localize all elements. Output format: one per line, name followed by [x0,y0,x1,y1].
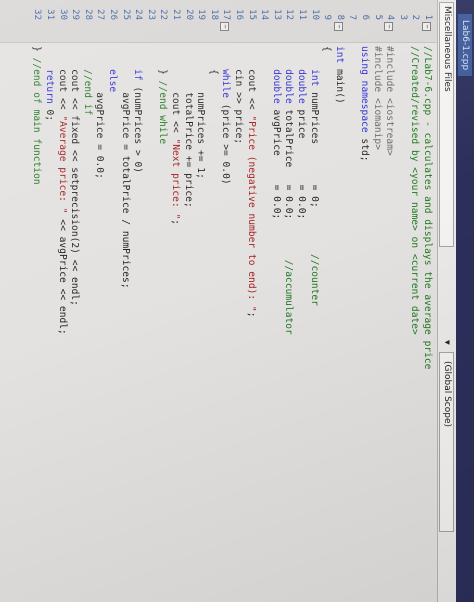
line-number: 27 [95,9,106,20]
collapse-icon[interactable]: − [220,22,230,31]
line-number: 19 [196,9,207,20]
line-number: 22 [158,9,169,20]
code-line[interactable]: numPrices += 1; [195,46,206,179]
line-number: 2 [410,14,421,20]
line-number: 10 [309,9,320,20]
line-number: 14 [259,9,270,20]
code-line[interactable]: { [208,46,219,75]
line-number: 11 [297,9,307,20]
line-number: 26 [108,9,118,20]
line-number: 20 [183,9,194,20]
code-line[interactable]: //Created/revised by <your name> on <cur… [409,46,420,335]
code-line[interactable]: avgPrice = totalPrice / numPrices; [120,46,131,288]
code-line[interactable]: avgPrice = 0.0; [94,46,105,179]
line-number: 7 [347,14,358,20]
document-tab-strip: Lab6-1.cpp [456,0,474,602]
code-line[interactable]: return 0; [44,46,55,121]
code-line[interactable]: //Lab7-6.cpp - calculates and displays t… [422,46,433,369]
line-number: 9 [322,14,333,20]
line-number: 3 [397,14,408,20]
collapse-icon[interactable]: − [384,22,394,31]
line-number: 17 [221,9,232,20]
collapse-icon[interactable]: − [422,22,431,31]
code-line[interactable]: #include <iostream> [384,46,395,156]
code-line[interactable]: if (numPrices > 0) [132,46,143,173]
line-number: 29 [70,9,81,20]
line-number: 12 [284,9,295,20]
line-number: 1 [423,14,433,20]
line-number: 23 [145,9,156,20]
code-line[interactable]: cin >> price; [233,46,244,144]
code-line[interactable]: while (price >= 0.0) [220,46,231,185]
code-editor-window: Lab6-1.cpp Miscellaneous Files ▼ (Global… [0,0,474,602]
code-line[interactable]: double avgPrice = 0.0; [271,46,282,219]
line-number: 8 [334,14,345,20]
line-number: 16 [234,9,244,20]
code-line[interactable]: int numPrices = 0; //counter [309,46,320,306]
project-dropdown[interactable]: Miscellaneous Files [439,2,454,247]
line-number: 28 [82,9,93,20]
line-number: 15 [246,9,257,20]
line-number: 21 [171,9,181,20]
line-number: 24 [133,9,144,20]
line-number: 25 [120,9,131,20]
scope-dropdown[interactable]: (Global Scope) [439,352,454,532]
line-number-gutter: 1−2 3 4−5 6 7 8−9 10 11 12 13 14 15 16 17−18 19 20 21 22 2… [0,0,437,43]
code-line[interactable]: using namespace std; [359,46,370,162]
tab-lab6-1-cpp[interactable]: Lab6-1.cpp [458,14,472,77]
code-line[interactable]: else [107,46,118,92]
line-number: 4 [385,14,396,20]
code-area[interactable]: //Lab7-6.cpp - calculates and displays t… [0,46,437,602]
code-line[interactable]: } //end of main function [31,46,42,185]
line-number: 13 [271,9,282,20]
navigation-bar: Miscellaneous Files ▼ (Global Scope) [437,0,456,602]
collapse-icon[interactable]: − [333,22,343,31]
line-number: 30 [57,9,68,20]
line-number: 31 [45,9,55,20]
line-number: 5 [372,14,383,20]
code-line[interactable]: cout << "Price (negative number to end):… [246,46,257,317]
code-line[interactable]: cout << "Average price: " << avgPrice <<… [57,46,68,335]
code-line[interactable]: int main() [334,46,345,104]
code-line[interactable]: totalPrice += price; [183,46,194,208]
line-number: 32 [32,9,43,20]
line-number: 6 [360,14,370,20]
chevron-down-icon[interactable]: ▼ [443,340,452,345]
code-line[interactable]: { [321,46,332,52]
code-line[interactable]: double price = 0.0; [296,46,307,219]
code-line[interactable]: cout << "Next price: "; [170,46,181,225]
line-number: 18 [208,9,219,20]
code-line[interactable]: double totalPrice = 0.0; //accumulator [283,46,294,335]
code-line[interactable]: //end if [82,46,93,115]
code-line[interactable]: #include <iomanip> [372,46,383,150]
code-line[interactable]: cout << fixed << setprecision(2) << endl… [69,46,80,306]
code-line[interactable]: } //end while [157,46,168,144]
